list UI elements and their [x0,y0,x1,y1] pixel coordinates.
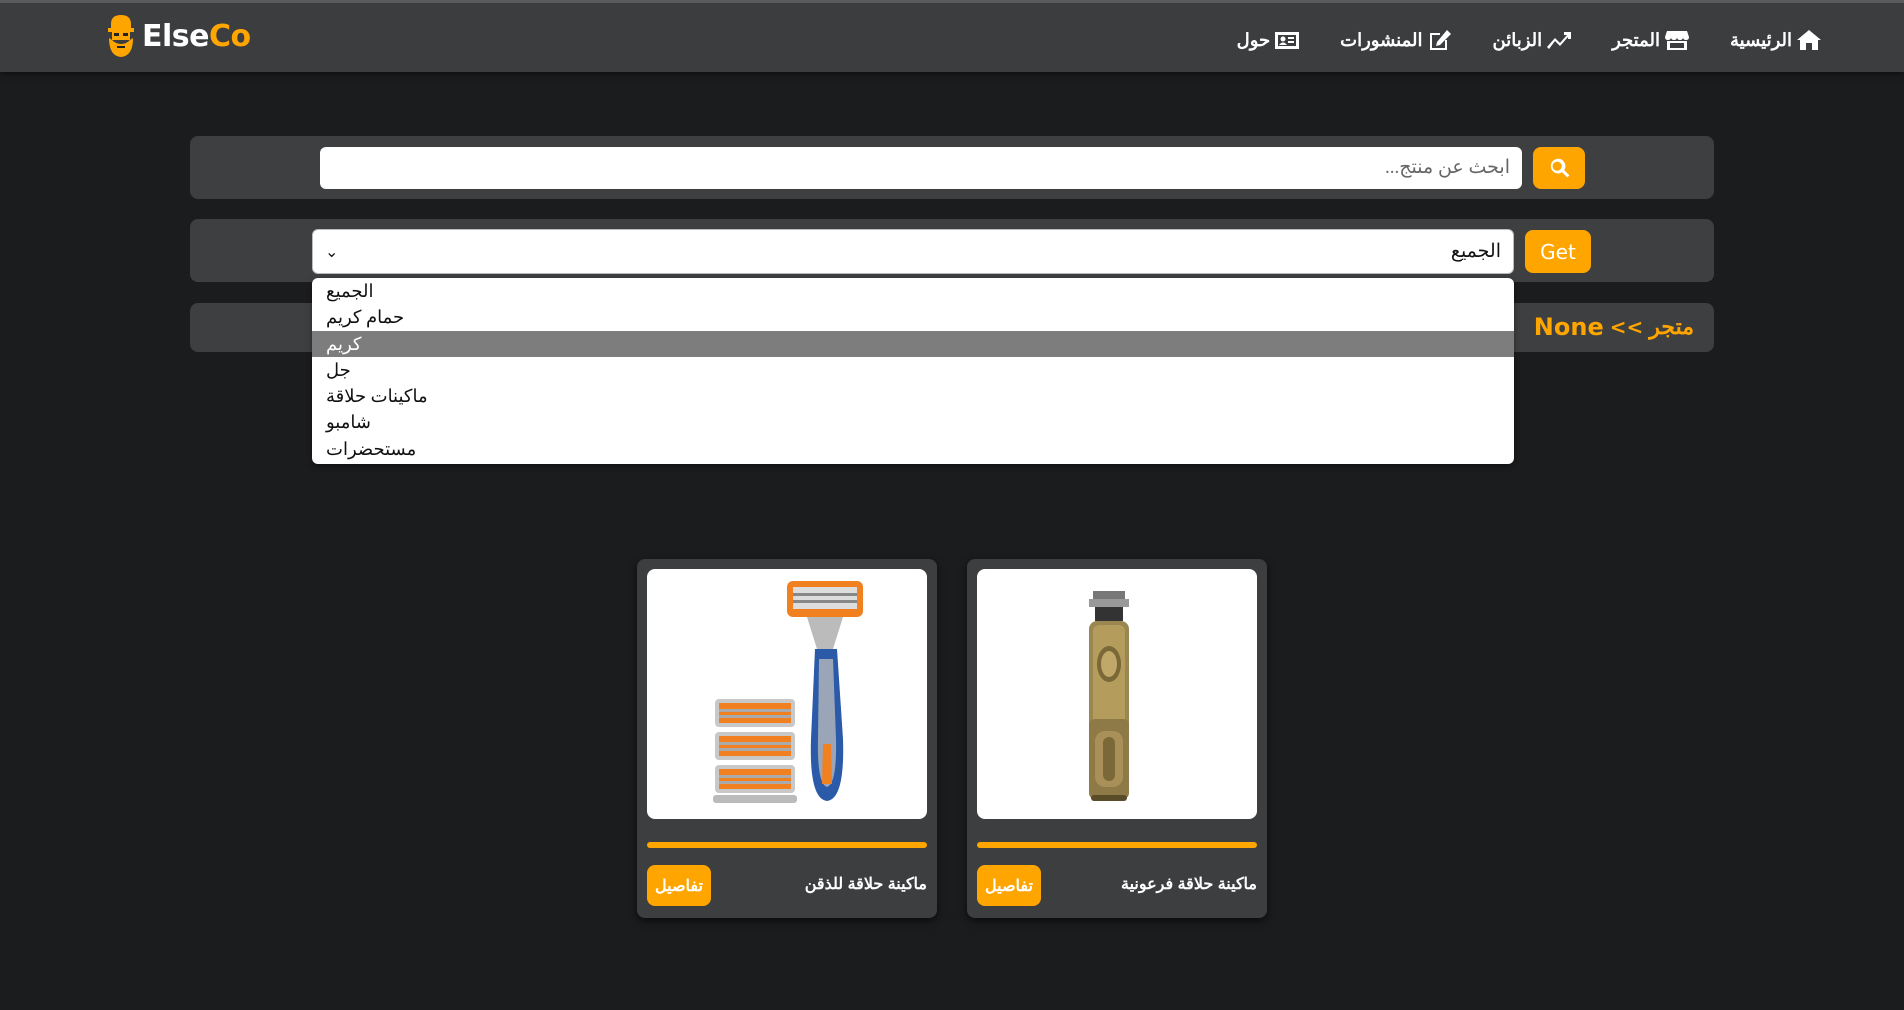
nav-item-about-label: حول [1236,29,1271,50]
chevron-down-icon: ⌄ [325,242,339,261]
nav-item-about[interactable]: حول [1237,29,1301,51]
product-image [647,569,927,819]
breadcrumb: متجر << None [1534,311,1694,343]
nav-item-store[interactable]: المتجر [1612,29,1690,51]
nav-item-home-label: الرئيسية [1730,29,1792,50]
category-dropdown-list: الجميع حمام كريم كريم جل ماكينات حلاقة ش… [312,278,1514,464]
trimmer-image [1089,591,1129,801]
breadcrumb-store[interactable]: متجر [1649,314,1694,340]
dropdown-option[interactable]: الجميع [312,278,1514,304]
product-card: ماكينة حلاقة فرعونية تفاصيل [967,559,1267,918]
search-input[interactable] [320,147,1522,189]
dropdown-option[interactable]: ماكينات حلاقة [312,383,1514,409]
details-button[interactable]: تفاصيل [977,865,1041,906]
nav-item-home[interactable]: الرئيسية [1730,29,1822,51]
nav-links: الرئيسية المتجر الزبائن المنشورات حول [1237,25,1822,55]
product-image [977,569,1257,819]
search-button[interactable] [1533,147,1585,189]
filter-panel: الجميع ⌄ Get [190,219,1714,282]
card-accent-bar [647,842,927,848]
nav-item-posts[interactable]: المنشورات [1340,29,1452,51]
brand-logo[interactable]: ElseCo [106,13,251,59]
details-button[interactable]: تفاصيل [647,865,711,906]
brand-name: ElseCo [142,19,251,54]
breadcrumb-separator: << [1609,315,1644,339]
dropdown-option-highlighted[interactable]: كريم [312,330,1514,357]
category-select-value: الجميع [1450,241,1501,262]
breadcrumb-current: None [1533,313,1604,341]
product-card: ماكينة حلاقة للذقن تفاصيل [637,559,937,918]
search-panel [190,136,1714,199]
bearded-man-icon [108,15,134,57]
nav-item-store-label: المتجر [1612,29,1660,50]
dropdown-option[interactable]: حمام كريم [312,304,1514,330]
search-icon [1550,158,1570,178]
id-card-icon [1275,32,1300,49]
get-button[interactable]: Get [1525,230,1591,273]
navbar: ElseCo الرئيسية المتجر الزبائن المنشورات… [0,0,1904,72]
nav-item-posts-label: المنشورات [1340,29,1423,50]
trending-up-icon [1547,32,1572,49]
home-icon [1797,30,1821,50]
store-icon [1665,31,1689,50]
dropdown-option[interactable]: جل [312,357,1514,383]
dropdown-option[interactable]: شامبو [312,409,1514,435]
edit-icon [1429,30,1451,50]
nav-item-customers[interactable]: الزبائن [1493,29,1573,51]
brand-name-else: Else [142,18,209,54]
dropdown-option[interactable]: مستحضرات [312,436,1514,462]
razor-image [713,581,863,803]
category-select[interactable]: الجميع ⌄ [312,229,1514,274]
brand-name-co: Co [208,18,251,54]
product-title: ماكينة حلاقة للذقن [804,876,927,893]
product-title: ماكينة حلاقة فرعونية [1121,876,1257,893]
card-accent-bar [977,842,1257,848]
nav-item-customers-label: الزبائن [1492,29,1543,50]
